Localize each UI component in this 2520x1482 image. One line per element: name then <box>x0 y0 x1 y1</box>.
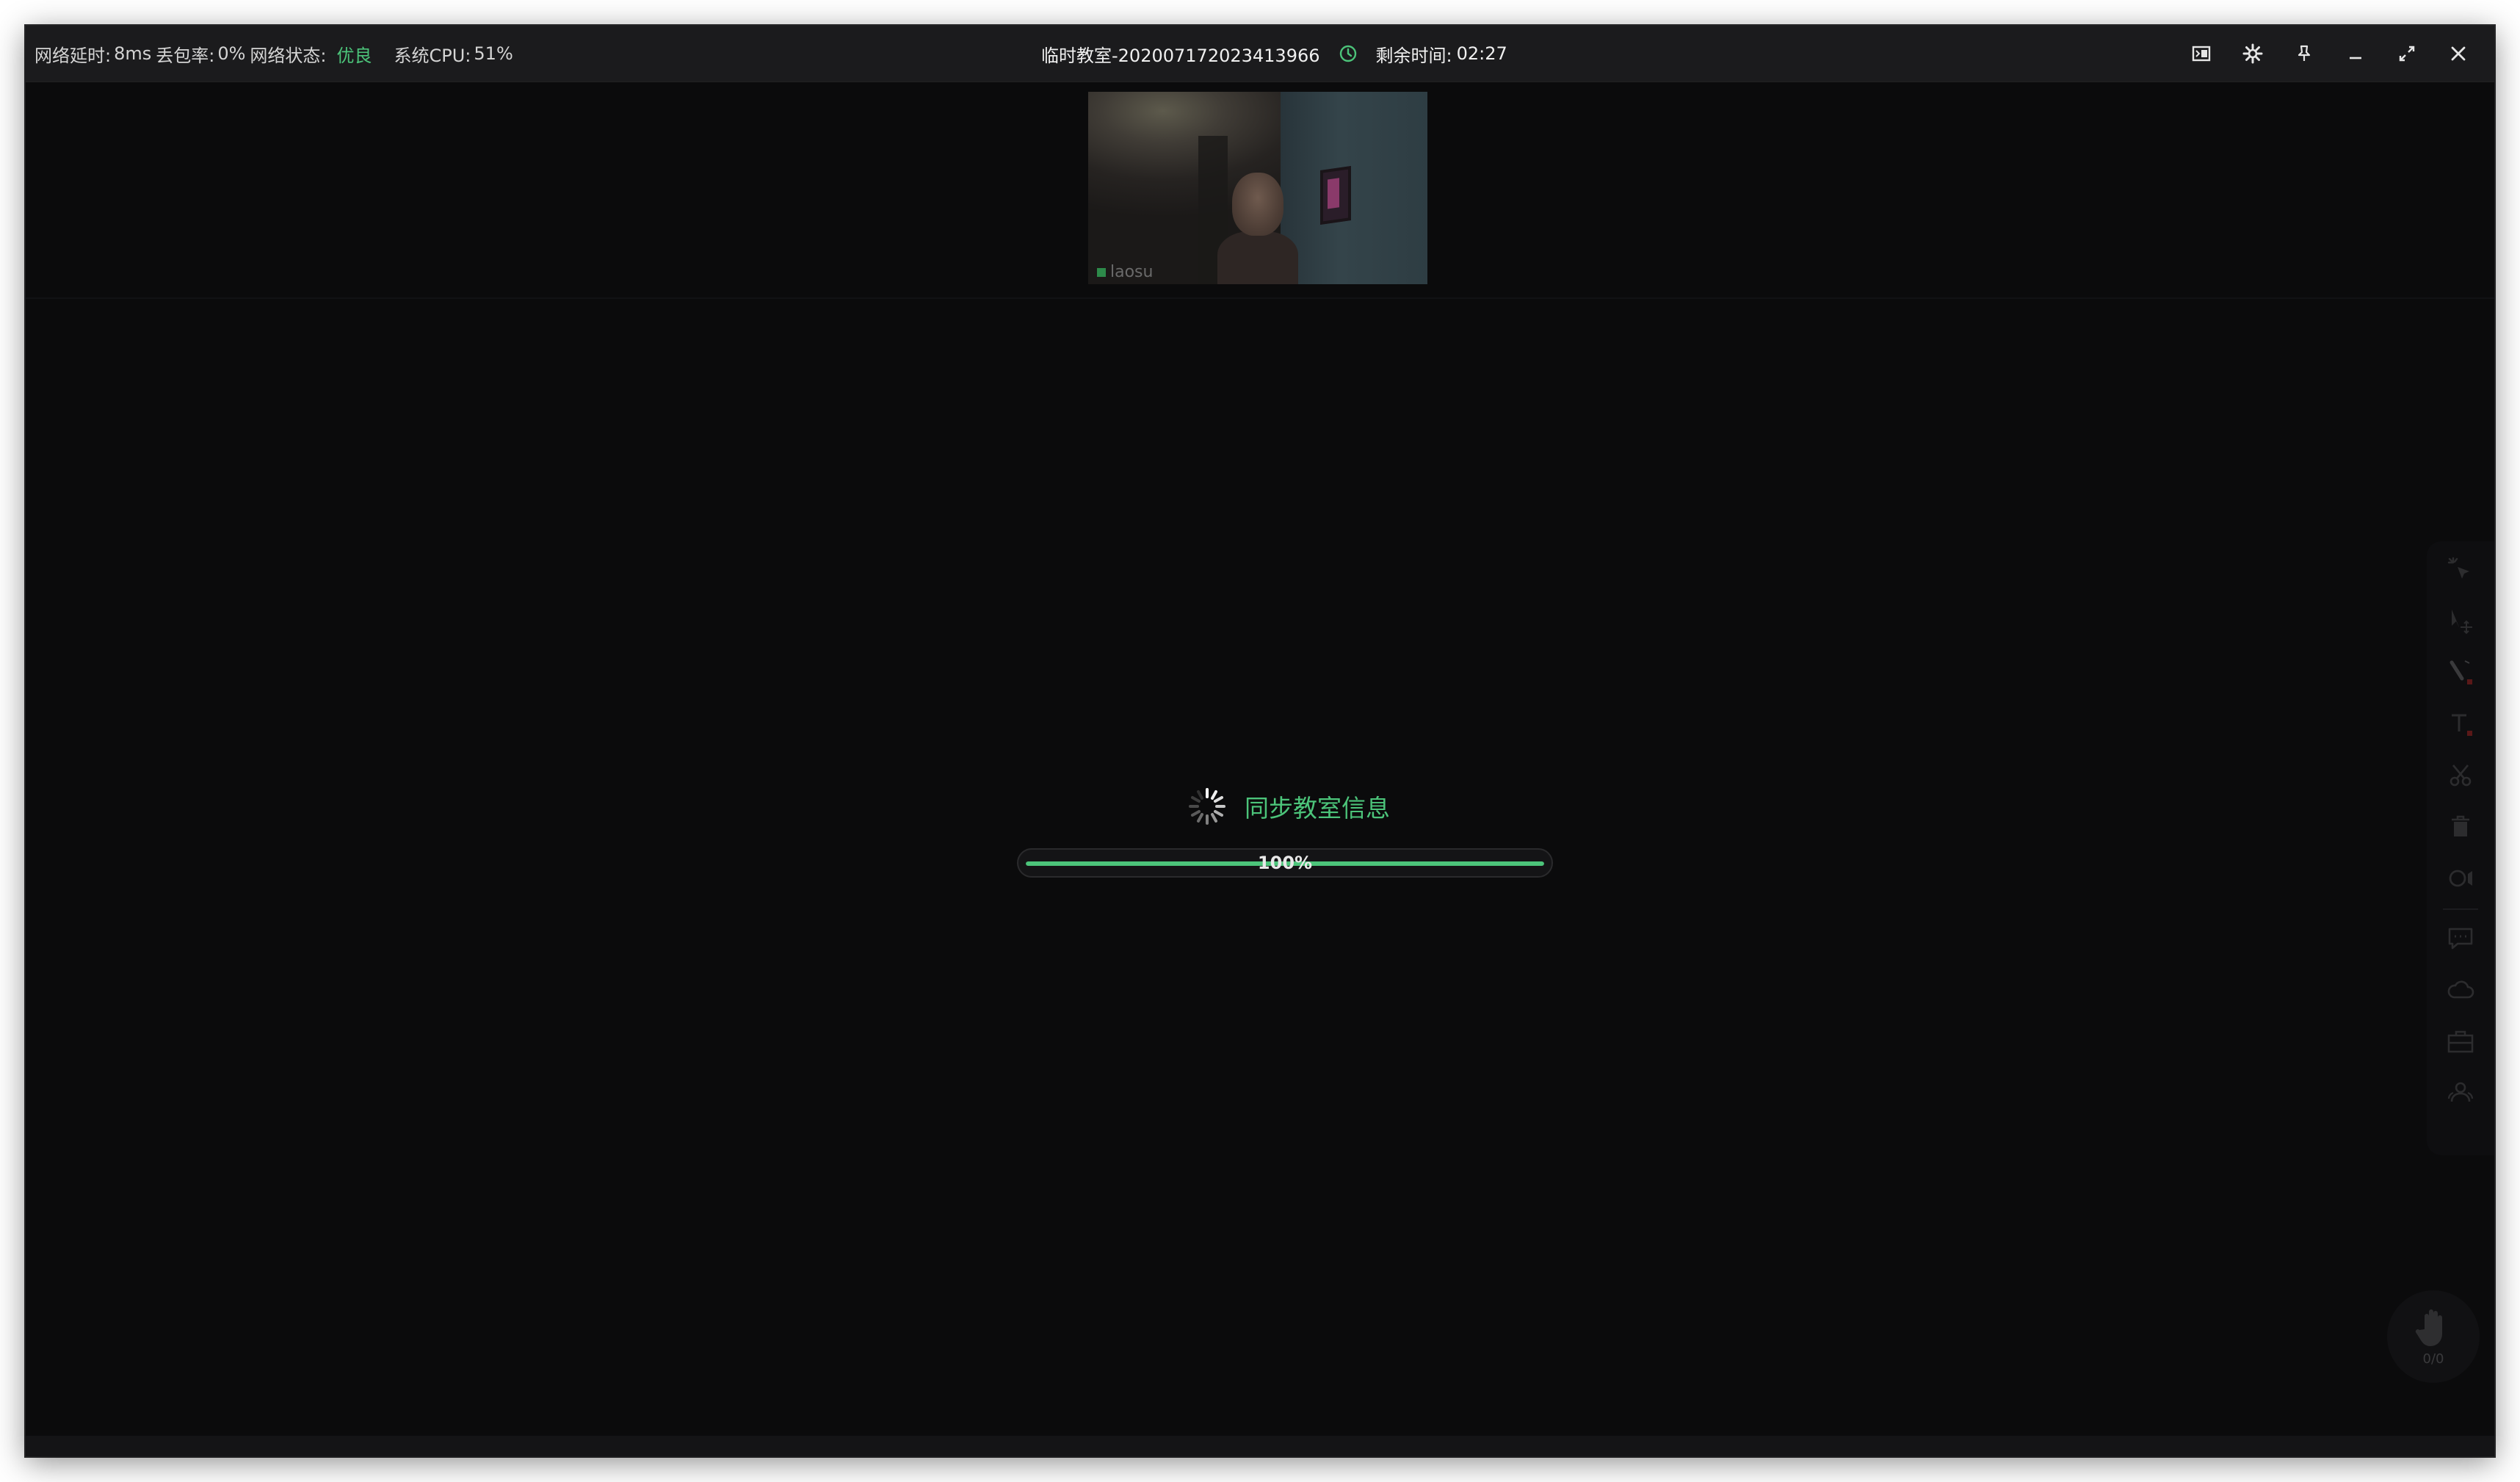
tool-pen[interactable] <box>2427 647 2494 698</box>
cpu-value: 51% <box>474 43 513 64</box>
cloud-icon <box>2447 980 2474 999</box>
progress-label: 100% <box>1257 853 1313 873</box>
hand-icon <box>2415 1309 2442 1346</box>
tool-select-move[interactable] <box>2427 596 2494 647</box>
record-icon <box>2449 870 2472 887</box>
minimize-icon <box>2350 57 2361 59</box>
stage-divider <box>26 297 2494 299</box>
participant-figure <box>1217 173 1298 284</box>
latency-label: 网络延时: <box>35 45 112 66</box>
remaining-time-value: 02:27 <box>1456 43 1507 64</box>
spinner-icon <box>1189 788 1225 825</box>
room-title: 临时教室-20200717202341396​6 <box>1041 45 1320 66</box>
tool-scissors[interactable] <box>2427 750 2494 801</box>
picture-in-picture-icon <box>2192 46 2211 62</box>
text-icon <box>2452 714 2472 736</box>
close-button[interactable] <box>2433 26 2484 82</box>
latency-value: 8ms <box>114 43 152 64</box>
toolbox-icon <box>2447 1030 2474 1053</box>
tool-record[interactable] <box>2427 853 2494 904</box>
pin-icon <box>2298 45 2311 61</box>
bottom-bar <box>26 1436 2494 1456</box>
cpu-label: 系统CPU: <box>394 45 471 66</box>
sync-loader: 同步教室信息 <box>1187 787 1390 826</box>
mic-status-icon <box>1097 267 1106 277</box>
room-info: 临时教室-20200717202341396​6 剩余时间: 02:27 <box>1041 26 1507 82</box>
tool-laser-pointer[interactable] <box>2427 544 2494 596</box>
tool-text[interactable] <box>2427 698 2494 750</box>
participant-name: laosu <box>1110 263 1154 281</box>
title-bar: 网络延时: 8ms 丢包率: 0% 网络状态: 优良 系统CPU: 51% 临时… <box>26 26 2494 82</box>
clock-icon <box>1339 45 1357 62</box>
minimize-button[interactable] <box>2330 26 2381 82</box>
trash-icon <box>2452 815 2469 836</box>
loss-value: 0% <box>217 43 246 64</box>
pen-icon <box>2450 660 2472 684</box>
toolbar-separator <box>2443 908 2478 910</box>
participant-video[interactable]: laosu <box>1088 92 1427 284</box>
scissors-icon <box>2450 765 2472 787</box>
tool-toolbox[interactable] <box>2427 1016 2494 1067</box>
video-background-picture <box>1320 166 1351 225</box>
network-status: 网络延时: 8ms 丢包率: 0% 网络状态: 优良 系统CPU: 51% <box>35 26 513 82</box>
pin-button[interactable] <box>2278 26 2330 82</box>
sync-progress-bar: 100% <box>1017 848 1553 878</box>
tool-chat[interactable] <box>2427 913 2494 964</box>
restore-icon <box>2399 46 2415 62</box>
tool-trash[interactable] <box>2427 801 2494 853</box>
whiteboard-toolbar <box>2427 541 2494 1155</box>
network-quality-value: 优良 <box>336 45 372 66</box>
chat-icon <box>2448 928 2473 950</box>
network-label: 网络状态: <box>250 45 327 66</box>
restore-button[interactable] <box>2381 26 2433 82</box>
hand-raise-count: 0/0 <box>2422 1351 2444 1367</box>
window-controls <box>2176 26 2484 82</box>
participant-name-tag: laosu <box>1097 263 1153 281</box>
classroom-window: 网络延时: 8ms 丢包率: 0% 网络状态: 优良 系统CPU: 51% 临时… <box>26 26 2494 1456</box>
loss-label: 丢包率: <box>156 45 215 66</box>
picture-in-picture-button[interactable] <box>2176 26 2227 82</box>
gear-icon <box>2242 43 2263 64</box>
tool-users[interactable] <box>2427 1067 2494 1118</box>
close-icon <box>2451 46 2466 61</box>
select-move-icon <box>2452 610 2472 635</box>
sync-message: 同步教室信息 <box>1245 794 1390 823</box>
remaining-time-label: 剩余时间: <box>1375 45 1452 66</box>
users-icon <box>2447 1082 2474 1102</box>
laser-pointer-icon <box>2447 557 2469 579</box>
raise-hand-button[interactable]: 0/0 <box>2387 1290 2480 1383</box>
tool-cloud[interactable] <box>2427 964 2494 1016</box>
settings-button[interactable] <box>2227 26 2278 82</box>
video-background <box>1281 92 1427 284</box>
